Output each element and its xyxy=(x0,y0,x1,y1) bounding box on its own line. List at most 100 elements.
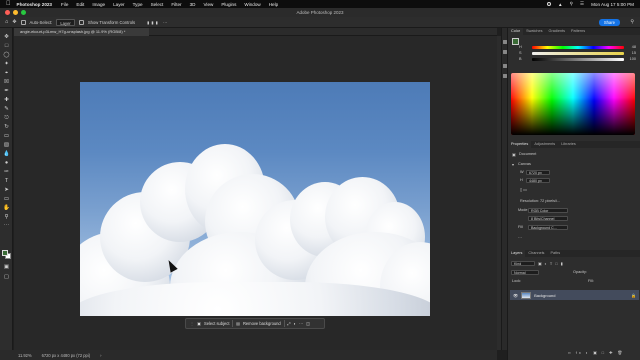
blend-mode-dropdown[interactable]: Normal xyxy=(511,270,539,275)
wifi-icon[interactable]: ▲ xyxy=(558,2,563,7)
search-icon[interactable]: ⚲ xyxy=(570,1,573,7)
layer-filter-dropdown[interactable]: Kind xyxy=(511,261,535,266)
menu-select[interactable]: Select xyxy=(151,2,164,7)
move-tool-icon[interactable]: ✥ xyxy=(3,34,10,40)
show-transform-checkbox[interactable] xyxy=(78,19,84,25)
chevron-right-icon[interactable]: › xyxy=(100,353,101,358)
auto-select-dropdown[interactable]: Layer xyxy=(56,18,75,26)
document-info[interactable]: 6720 px x 4480 px (72 ppi) xyxy=(42,353,90,358)
frame-tool-icon[interactable]: ☒ xyxy=(3,79,10,85)
menu-filter[interactable]: Filter xyxy=(171,2,181,7)
more-options-icon[interactable]: ⋯ xyxy=(299,321,303,326)
color-spectrum[interactable] xyxy=(511,73,635,135)
tab-layers[interactable]: Layers xyxy=(508,250,526,257)
foreground-color-swatch[interactable] xyxy=(2,250,8,256)
adjustment-icon[interactable]: ◐ xyxy=(294,321,296,326)
more-icon[interactable]: ⋯ xyxy=(518,235,522,240)
fill-dropdown[interactable]: Background C... xyxy=(528,225,568,230)
control-center-icon[interactable]: ☰ xyxy=(580,1,584,7)
tab-adjustments[interactable]: Adjustments xyxy=(531,141,558,148)
chevron-down-icon[interactable]: ▾ xyxy=(512,162,514,167)
bit-depth-dropdown[interactable]: 8 Bits/Channel xyxy=(528,216,568,221)
menu-type[interactable]: Type xyxy=(133,2,143,7)
menu-edit[interactable]: Edit xyxy=(76,2,84,7)
search-icon[interactable]: ⚲ xyxy=(630,19,634,25)
align-icons[interactable]: ▮▮▮ ⋯ xyxy=(147,20,169,25)
blur-tool-icon[interactable]: 💧 xyxy=(3,151,10,157)
status-icon[interactable] xyxy=(547,2,552,6)
menu-view[interactable]: View xyxy=(203,2,213,7)
history-brush-tool-icon[interactable]: ↻ xyxy=(3,124,10,130)
auto-select-checkbox[interactable] xyxy=(20,19,26,25)
select-subject-button[interactable]: Select subject xyxy=(204,321,230,326)
orientation-icon[interactable]: ▯ ▭ xyxy=(520,187,527,192)
right-panels: Color Swatches Gradients Patterns H 48 S… xyxy=(507,28,640,360)
window-titlebar: Adobe Photoshop 2023 xyxy=(0,8,640,17)
clock[interactable]: Mon Aug 17 5:00 PM xyxy=(591,2,634,7)
more-tools-icon[interactable]: ⋯ xyxy=(3,223,10,229)
clone-stamp-tool-icon[interactable]: ⎋ xyxy=(3,115,10,121)
object-select-tool-icon[interactable]: ✦ xyxy=(3,61,10,67)
menu-image[interactable]: Image xyxy=(92,2,105,7)
menu-window[interactable]: Window xyxy=(244,2,260,7)
eye-icon[interactable]: 👁 xyxy=(513,293,518,298)
gradient-tool-icon[interactable]: ▧ xyxy=(3,142,10,148)
apple-icon[interactable]:  xyxy=(6,1,11,7)
marquee-tool-icon[interactable]: □ xyxy=(3,43,10,49)
height-field[interactable]: 4480 px xyxy=(526,178,550,183)
width-field[interactable]: 6720 px xyxy=(526,170,550,175)
layer-row-background[interactable]: 👁 Background 🔒 xyxy=(510,290,639,300)
tab-patterns[interactable]: Patterns xyxy=(568,28,588,35)
remove-background-button[interactable]: Remove background xyxy=(243,321,281,326)
dodge-tool-icon[interactable]: ● xyxy=(3,160,10,166)
quick-mask-icon[interactable]: ▣ xyxy=(3,264,10,270)
menu-3d[interactable]: 3D xyxy=(190,2,196,7)
eyedropper-tool-icon[interactable]: ✒ xyxy=(3,88,10,94)
path-select-tool-icon[interactable]: ➤ xyxy=(3,187,10,193)
lock-icon[interactable]: 🔒 xyxy=(631,293,636,298)
status-bar: 11.92% 6720 px x 4480 px (72 ppi) › xyxy=(0,350,497,360)
document-tab[interactable]: angie-ekcurt-p3Lmw_H7g-unsplash.jpg @ 11… xyxy=(14,28,149,36)
layer-name[interactable]: Background xyxy=(534,293,555,298)
move-tool-icon[interactable]: ✥ xyxy=(12,19,16,25)
tab-libraries[interactable]: Libraries xyxy=(558,141,579,148)
tab-color[interactable]: Color xyxy=(508,28,524,35)
brightness-slider[interactable]: B 100 xyxy=(512,56,637,62)
menu-plugins[interactable]: Plugins xyxy=(221,2,236,7)
image-canvas[interactable] xyxy=(80,82,430,316)
menu-help[interactable]: Help xyxy=(269,2,278,7)
canvas-workspace[interactable] xyxy=(14,36,497,350)
tab-channels[interactable]: Channels xyxy=(525,250,547,257)
pin-icon[interactable]: ◫ xyxy=(306,321,310,326)
home-icon[interactable]: ⌂ xyxy=(5,19,8,25)
app-menu[interactable]: Photoshop 2023 xyxy=(17,2,52,7)
zoom-level[interactable]: 11.92% xyxy=(18,353,32,358)
hand-tool-icon[interactable]: ✋ xyxy=(3,205,10,211)
type-tool-icon[interactable]: T xyxy=(3,178,10,184)
rectangle-tool-icon[interactable]: ▭ xyxy=(3,196,10,202)
tab-paths[interactable]: Paths xyxy=(547,250,563,257)
canvas-scroll-handle[interactable] xyxy=(488,36,492,350)
remove-background-icon: ▤ xyxy=(236,321,240,326)
screen-mode-icon[interactable]: ▢ xyxy=(3,274,10,280)
zoom-tool-icon[interactable]: ⚲ xyxy=(3,214,10,220)
transform-icon[interactable]: ⤢ xyxy=(287,321,290,326)
healing-brush-tool-icon[interactable]: ✚ xyxy=(3,97,10,103)
menu-file[interactable]: File xyxy=(61,2,68,7)
mode-dropdown[interactable]: RGB Color xyxy=(528,208,568,213)
tab-swatches[interactable]: Swatches xyxy=(523,28,545,35)
tab-gradients[interactable]: Gradients xyxy=(546,28,568,35)
filter-icons[interactable]: ▣ ◐ T □ ▮ xyxy=(538,261,564,266)
drag-handle-icon[interactable]: ⋮ xyxy=(190,321,194,326)
brush-tool-icon[interactable]: ✎ xyxy=(3,106,10,112)
layer-action-icons[interactable]: ∞ fx ◐ ▣ □ ✚ 🗑 xyxy=(568,350,624,355)
eraser-tool-icon[interactable]: ▭ xyxy=(3,133,10,139)
fill-label: Fill xyxy=(518,225,523,229)
crop-tool-icon[interactable]: ⌖ xyxy=(3,70,10,76)
brightness-value[interactable]: 100 xyxy=(627,56,636,62)
menu-layer[interactable]: Layer xyxy=(113,2,125,7)
share-button[interactable]: Share xyxy=(598,19,620,26)
lasso-tool-icon[interactable]: ◯ xyxy=(3,52,10,58)
pen-tool-icon[interactable]: ✑ xyxy=(3,169,10,175)
tab-properties[interactable]: Properties xyxy=(508,141,532,148)
